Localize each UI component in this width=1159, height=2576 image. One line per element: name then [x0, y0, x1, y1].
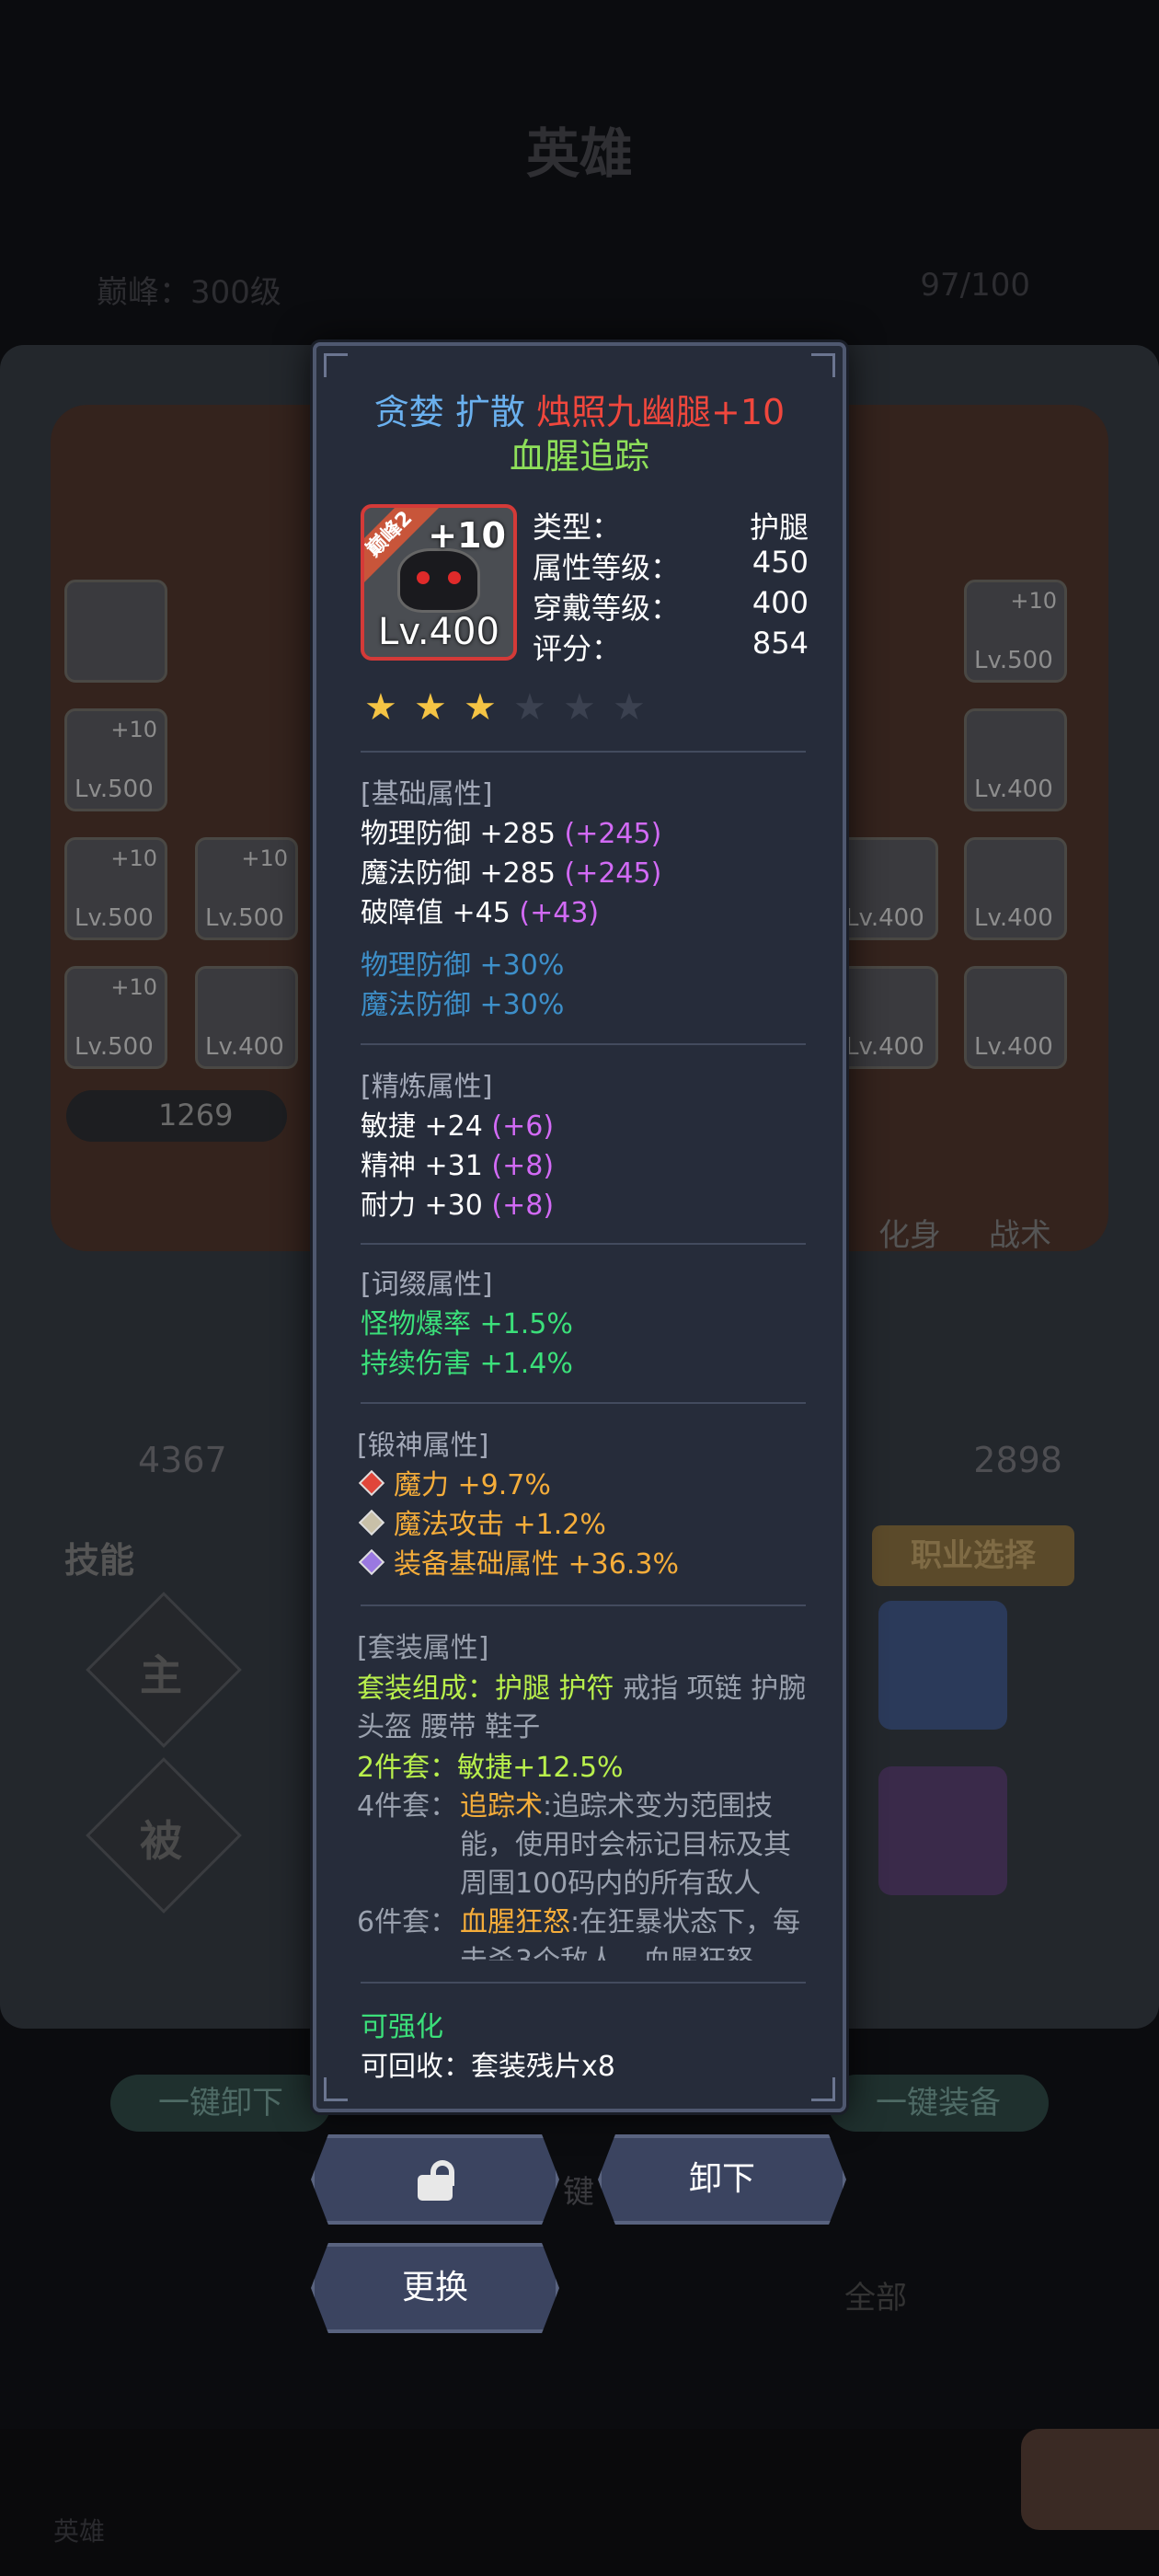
replace-button[interactable]: 更换: [311, 2243, 559, 2333]
info-type: 类型： 护腿: [533, 510, 809, 545]
corner-ornament-icon: [811, 2077, 835, 2101]
corner-ornament-icon: [324, 353, 348, 377]
bg-stat-right: 2898: [973, 1440, 1062, 1480]
item-icon-frame: 巅峰2 +10 Lv.400: [361, 504, 517, 661]
bg-unequip-all-button[interactable]: 一键卸下: [110, 2075, 331, 2132]
bg-power-value: 1269: [66, 1090, 287, 1142]
info-attr-level: 属性等级： 450: [533, 545, 809, 585]
base-attr-line: 魔法防御 +285 (+245): [361, 857, 662, 890]
forge-attr-line: 魔法攻击 +1.2%: [353, 1501, 606, 1542]
set-bonus-6: 6件套：血腥狂怒:在狂暴状态下，每击杀3个敌人，血腥狂怒: [357, 1906, 801, 1961]
item-name: 烛照九幽腿+10: [536, 392, 786, 432]
item-prefix-1: 贪婪: [373, 392, 444, 432]
bg-equip-slot[interactable]: Lv.400: [835, 837, 938, 940]
bg-tab-hero[interactable]: 英雄: [53, 2512, 105, 2548]
bg-equip-slot[interactable]: Lv.400: [964, 837, 1067, 940]
bg-passive-skill-label: 被: [140, 1816, 182, 1866]
star-icon: ★: [414, 686, 447, 729]
diamond-purple-icon: [358, 1548, 385, 1576]
base-pct-line: 物理防御 +30%: [361, 949, 565, 982]
bg-equip-slot[interactable]: +10 Lv.500: [64, 966, 167, 1069]
refine-attr-line: 耐力 +30 (+8): [361, 1190, 555, 1222]
item-prefix-2: 扩散: [454, 392, 525, 432]
affix-attr-line: 怪物爆率 +1.5%: [361, 1308, 573, 1340]
bg-equip-slot[interactable]: [64, 580, 167, 683]
bg-equip-slot[interactable]: Lv.400: [964, 708, 1067, 811]
info-score: 评分： 854: [533, 626, 809, 666]
leg-armor-icon: [397, 548, 480, 613]
bg-equip-slot[interactable]: +10 Lv.500: [964, 580, 1067, 683]
corner-ornament-icon: [811, 353, 835, 377]
bg-equip-slot[interactable]: +10 Lv.500: [64, 837, 167, 940]
hidden-key-text: 键: [563, 2174, 594, 2211]
lock-button[interactable]: [311, 2134, 559, 2225]
item-detail-popup: 贪婪 扩散 烛照九幽腿+10 血腥追踪 巅峰2 +10 Lv.400 类型： 护腿…: [313, 342, 846, 2112]
item-level: Lv.400: [378, 611, 499, 653]
info-wear-level: 穿戴等级： 400: [533, 585, 809, 626]
star-icon: ★: [563, 686, 596, 729]
bg-skill-label: 技能: [64, 1540, 135, 1581]
recycle-info: 可回收：套装残片x8: [361, 2051, 615, 2083]
divider: [361, 1604, 806, 1606]
bg-main-skill-label: 主: [140, 1650, 182, 1700]
diamond-gold-icon: [358, 1509, 385, 1536]
bg-peak-level: 巅峰：300级: [97, 274, 281, 311]
bg-equip-slot[interactable]: Lv.400: [964, 966, 1067, 1069]
bg-tactics[interactable]: 战术: [989, 1210, 1051, 1255]
bg-job-select-button[interactable]: 职业选择: [872, 1525, 1074, 1586]
set-attr-header: [套装属性]: [357, 1632, 489, 1664]
divider: [361, 1043, 806, 1045]
set-composition: 套装组成：护腿 护符 戒指 项链 护腕 头盔 腰带 鞋子: [357, 1673, 807, 1743]
bg-arrow-icon[interactable]: [1021, 2429, 1159, 2530]
divider: [361, 1402, 806, 1404]
refine-attr-line: 精神 +31 (+8): [361, 1150, 555, 1182]
affix-attr-line: 持续伤害 +1.4%: [361, 1348, 573, 1380]
bg-equip-slot[interactable]: +10 Lv.500: [195, 837, 298, 940]
refine-attr-header: [精炼属性]: [361, 1071, 493, 1103]
star-icon: ★: [513, 686, 546, 729]
bg-equip-slot[interactable]: +10 Lv.500: [64, 708, 167, 811]
base-attr-line: 破障值 +45 (+43): [361, 897, 600, 929]
set-bonus-4: 4件套： 追踪术:追踪术变为范围技能，使用时会标记目标及其周围100码内的所有敌人: [357, 1790, 791, 1900]
refine-attr-line: 敏捷 +24 (+6): [361, 1110, 555, 1143]
set-bonus-2: 2件套：敏捷+12.5%: [357, 1752, 624, 1784]
item-enhance-level: +10: [428, 515, 506, 556]
bg-title: 英雄: [525, 122, 633, 185]
base-attr-line: 物理防御 +285 (+245): [361, 818, 662, 850]
corner-ornament-icon: [324, 2077, 348, 2101]
divider: [361, 751, 806, 753]
unequip-button[interactable]: 卸下: [598, 2134, 846, 2225]
bg-equip-all-button[interactable]: 一键装备: [828, 2075, 1049, 2132]
bg-stat-left: 4367: [138, 1440, 227, 1480]
item-suffix: 血腥追踪: [509, 436, 649, 477]
set-attr-scroll[interactable]: [套装属性] 套装组成：护腿 护符 戒指 项链 护腕 头盔 腰带 鞋子 2件套：…: [357, 1629, 817, 1961]
affix-attr-header: [词缀属性]: [361, 1269, 493, 1301]
bg-skill-icon[interactable]: [878, 1601, 1007, 1730]
forge-attr-line: 装备基础属性 +36.3%: [353, 1541, 679, 1581]
bg-equip-slot[interactable]: Lv.400: [835, 966, 938, 1069]
bg-transform[interactable]: 化身: [878, 1210, 941, 1255]
star-rating: ★ ★ ★ ★ ★ ★: [364, 686, 662, 732]
star-icon: ★: [464, 686, 497, 729]
divider: [361, 1982, 806, 1984]
star-icon: ★: [364, 686, 397, 729]
star-icon: ★: [613, 686, 646, 729]
diamond-red-icon: [358, 1469, 385, 1497]
bg-capacity: 97/100: [920, 267, 1030, 304]
bg-bottom-nav: [0, 2429, 1159, 2576]
bg-skill-icon[interactable]: [878, 1766, 1007, 1895]
item-title: 贪婪 扩散 烛照九幽腿+10 血腥追踪: [316, 390, 843, 478]
base-attr-header: [基础属性]: [361, 778, 493, 811]
lock-icon: [418, 2160, 454, 2201]
base-pct-line: 魔法防御 +30%: [361, 989, 565, 1021]
divider: [361, 1243, 806, 1245]
bg-equip-slot[interactable]: Lv.400: [195, 966, 298, 1069]
enhance-status: 可强化: [361, 2011, 443, 2043]
forge-attr-header: [锻神属性]: [357, 1430, 489, 1462]
bg-filter-all[interactable]: 全部: [844, 2272, 907, 2317]
forge-attr-line: 魔力 +9.7%: [353, 1462, 551, 1502]
